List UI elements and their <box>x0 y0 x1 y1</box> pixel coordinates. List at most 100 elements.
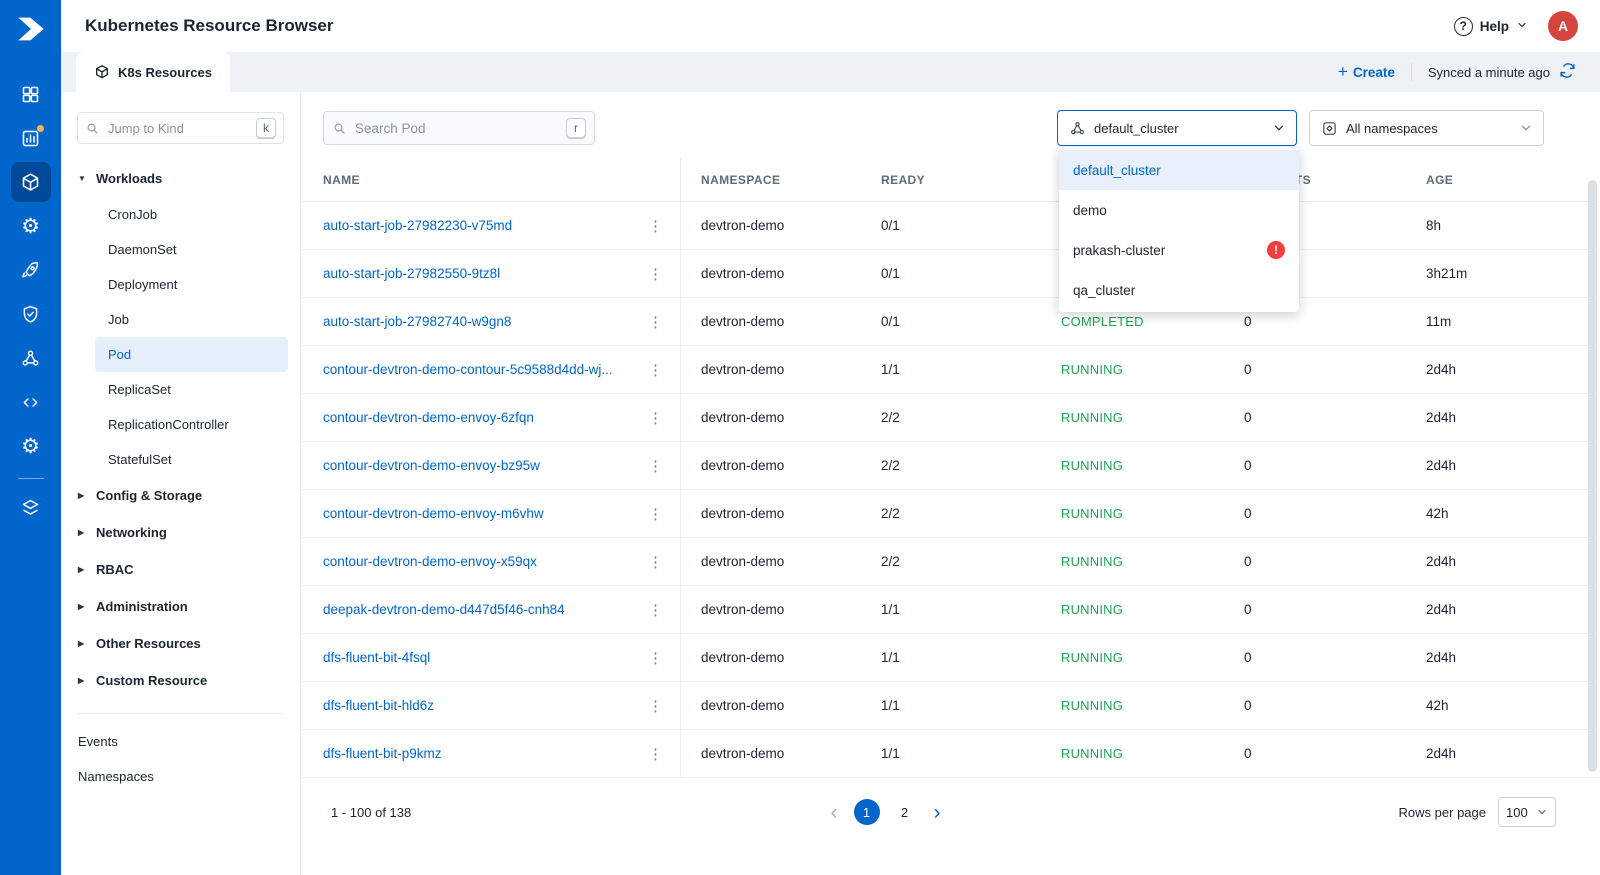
cluster-dropdown-menu: default_cluster demo prakash-cluster ! q… <box>1059 148 1299 312</box>
refresh-icon[interactable] <box>1559 62 1576 82</box>
apps-grid-icon[interactable] <box>11 74 51 114</box>
row-menu-icon[interactable]: ⋮ <box>643 457 668 475</box>
group-label: RBAC <box>96 562 134 577</box>
tabbar-actions: + Create Synced a minute ago <box>1338 52 1576 92</box>
col-ready[interactable]: READY <box>861 158 1041 201</box>
col-age[interactable]: AGE <box>1406 158 1600 201</box>
group-administration[interactable]: ▶ Administration <box>61 588 300 625</box>
sidebar-item-job[interactable]: Job <box>95 302 288 337</box>
pod-name-link[interactable]: contour-devtron-demo-envoy-bz95w <box>323 458 540 473</box>
row-menu-icon[interactable]: ⋮ <box>643 505 668 523</box>
sidebar-item-cronjob[interactable]: CronJob <box>95 197 288 232</box>
cluster-option-prakash-cluster[interactable]: prakash-cluster ! <box>1059 230 1299 270</box>
pod-name-link[interactable]: dfs-fluent-bit-p9kmz <box>323 746 442 761</box>
pod-name-link[interactable]: dfs-fluent-bit-4fsql <box>323 650 430 665</box>
content-area: k ▼ Workloads CronJob DaemonSet Deployme… <box>61 92 1600 875</box>
cell-restarts: 0 <box>1244 602 1252 617</box>
pod-name-link[interactable]: contour-devtron-demo-envoy-6zfqn <box>323 410 534 425</box>
cluster-select-value: default_cluster <box>1094 120 1179 136</box>
rows-per-page-select[interactable]: 100 <box>1498 797 1556 827</box>
row-menu-icon[interactable]: ⋮ <box>643 745 668 763</box>
search-pod-box[interactable]: r <box>323 111 595 145</box>
cluster-option-qa-cluster[interactable]: qa_cluster <box>1059 270 1299 310</box>
caret-right-icon: ▶ <box>78 676 85 685</box>
cluster-icon <box>1069 120 1086 137</box>
row-menu-icon[interactable]: ⋮ <box>643 217 668 235</box>
search-pod-input[interactable] <box>355 120 558 136</box>
app-metrics-icon[interactable] <box>11 118 51 158</box>
security-shield-icon[interactable] <box>11 294 51 334</box>
pod-name-link[interactable]: contour-devtron-demo-contour-5c9588d4dd-… <box>323 362 613 377</box>
page-2-button[interactable]: 2 <box>892 799 918 825</box>
settings-gear-icon[interactable]: ⚙ <box>11 206 51 246</box>
help-menu[interactable]: ? Help <box>1453 16 1528 36</box>
pod-name-link[interactable]: contour-devtron-demo-envoy-x59qx <box>323 554 537 569</box>
page-1-button[interactable]: 1 <box>853 799 880 825</box>
pod-name-link[interactable]: auto-start-job-27982550-9tz8l <box>323 266 500 281</box>
sidebar-item-namespaces[interactable]: Namespaces <box>61 759 300 794</box>
cell-age: 11m <box>1426 314 1452 329</box>
resource-browser-cube-icon[interactable] <box>10 162 51 202</box>
pod-name-link[interactable]: contour-devtron-demo-envoy-m6vhw <box>323 506 544 521</box>
namespace-icon <box>1321 120 1338 137</box>
sidebar-item-statefulset[interactable]: StatefulSet <box>95 442 288 477</box>
config-gear-icon[interactable]: ⚙ <box>11 426 51 466</box>
prev-page-icon[interactable]: ‹ <box>827 802 842 823</box>
namespace-select[interactable]: All namespaces <box>1309 110 1544 146</box>
col-namespace[interactable]: NAMESPACE <box>681 158 861 201</box>
row-menu-icon[interactable]: ⋮ <box>643 361 668 379</box>
pod-name-link[interactable]: auto-start-job-27982230-v75md <box>323 218 512 233</box>
cell-age: 2d4h <box>1426 554 1457 569</box>
pod-name-link[interactable]: dfs-fluent-bit-hld6z <box>323 698 434 713</box>
row-menu-icon[interactable]: ⋮ <box>643 601 668 619</box>
col-name[interactable]: NAME <box>323 158 681 201</box>
cluster-select[interactable]: default_cluster <box>1057 110 1297 146</box>
cell-ready: 0/1 <box>881 218 900 233</box>
sidebar-item-pod[interactable]: Pod <box>95 337 288 372</box>
cell-status: RUNNING <box>1061 554 1124 569</box>
group-workloads[interactable]: ▼ Workloads <box>61 160 300 197</box>
sidebar-item-deployment[interactable]: Deployment <box>95 267 288 302</box>
sidebar-item-daemonset[interactable]: DaemonSet <box>95 232 288 267</box>
cell-status: RUNNING <box>1061 650 1124 665</box>
vertical-scrollbar[interactable] <box>1588 180 1597 772</box>
sidebar-item-replicaset[interactable]: ReplicaSet <box>95 372 288 407</box>
cell-status: RUNNING <box>1061 506 1124 521</box>
pod-name-link[interactable]: auto-start-job-27982740-w9gn8 <box>323 314 511 329</box>
divider <box>1410 63 1412 81</box>
group-custom-resource[interactable]: ▶ Custom Resource <box>61 662 300 699</box>
row-menu-icon[interactable]: ⋮ <box>643 697 668 715</box>
row-menu-icon[interactable]: ⋮ <box>643 553 668 571</box>
next-page-icon[interactable]: › <box>930 802 945 823</box>
plus-icon: + <box>1337 62 1348 81</box>
sidebar-item-events[interactable]: Events <box>61 724 300 759</box>
jump-to-kind-input[interactable] <box>108 120 248 136</box>
group-config-storage[interactable]: ▶ Config & Storage <box>61 477 300 514</box>
cluster-option-default-cluster[interactable]: default_cluster <box>1059 150 1299 190</box>
cluster-option-demo[interactable]: demo <box>1059 190 1299 230</box>
table-row: dfs-fluent-bit-4fsql ⋮ devtron-demo 1/1 R… <box>301 634 1600 682</box>
user-avatar[interactable]: A <box>1548 11 1578 41</box>
row-menu-icon[interactable]: ⋮ <box>643 409 668 427</box>
group-rbac[interactable]: ▶ RBAC <box>61 551 300 588</box>
row-menu-icon[interactable]: ⋮ <box>643 649 668 667</box>
cell-status: RUNNING <box>1061 362 1124 377</box>
sidebar-item-replicationcontroller[interactable]: ReplicationController <box>95 407 288 442</box>
deploy-rocket-icon[interactable] <box>11 250 51 290</box>
row-menu-icon[interactable]: ⋮ <box>643 265 668 283</box>
create-button[interactable]: + Create <box>1338 62 1395 82</box>
group-networking[interactable]: ▶ Networking <box>61 514 300 551</box>
row-menu-icon[interactable]: ⋮ <box>643 313 668 331</box>
caret-right-icon: ▶ <box>78 491 85 500</box>
tab-k8s-resources[interactable]: K8s Resources <box>76 52 230 92</box>
list-toolbar: r default_cluster <box>301 110 1600 146</box>
cell-ready: 1/1 <box>881 602 900 617</box>
stack-manager-layers-icon[interactable] <box>11 487 51 527</box>
clusters-hub-icon[interactable] <box>11 338 51 378</box>
group-other-resources[interactable]: ▶ Other Resources <box>61 625 300 662</box>
jump-to-kind-search[interactable]: k <box>77 112 284 144</box>
code-icon[interactable] <box>11 382 51 422</box>
devtron-logo[interactable] <box>14 12 48 46</box>
pod-name-link[interactable]: deepak-devtron-demo-d447d5f46-cnh84 <box>323 602 565 617</box>
cell-namespace: devtron-demo <box>701 746 785 761</box>
